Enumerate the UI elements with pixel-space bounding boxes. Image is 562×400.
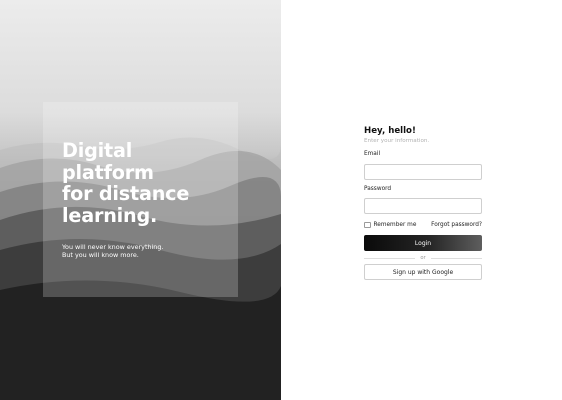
options-row: Remember me Forgot password? [364,221,482,229]
hero-title-line: learning. [62,203,158,227]
email-label: Email [364,151,381,157]
or-divider: or [364,254,482,262]
password-label: Password [364,185,392,192]
password-field[interactable] [364,198,482,214]
google-signup-button[interactable]: Sign up with Google [364,264,482,280]
greeting-heading: Hey, hello! [364,126,416,136]
hero-subtitle-line: But you will know more. [62,250,139,259]
greeting-subtitle: Enter your information. [364,138,430,144]
divider-line [364,257,416,259]
hero-title: Digital platform for distance learning. [62,140,238,226]
hero-panel: Digital platform for distance learning. … [0,0,281,400]
remember-me-label: Remember me [373,222,417,228]
remember-me-toggle[interactable]: Remember me [364,221,417,229]
email-field[interactable] [364,163,482,180]
login-panel: Hey, hello! Enter your information. Emai… [281,0,562,400]
forgot-password-link[interactable]: Forgot password? [431,222,482,228]
divider-line [430,257,482,259]
login-form: Hey, hello! Enter your information. Emai… [364,126,482,280]
hero-title-line: platform [62,160,154,184]
divider-label: or [420,255,426,261]
login-button[interactable]: Login [364,235,482,251]
hero-title-line: for distance [62,182,190,205]
remember-me-checkbox[interactable] [364,221,371,229]
hero-title-line: Digital [62,139,133,162]
hero-subtitle: You will never know everything. But you … [62,243,232,259]
